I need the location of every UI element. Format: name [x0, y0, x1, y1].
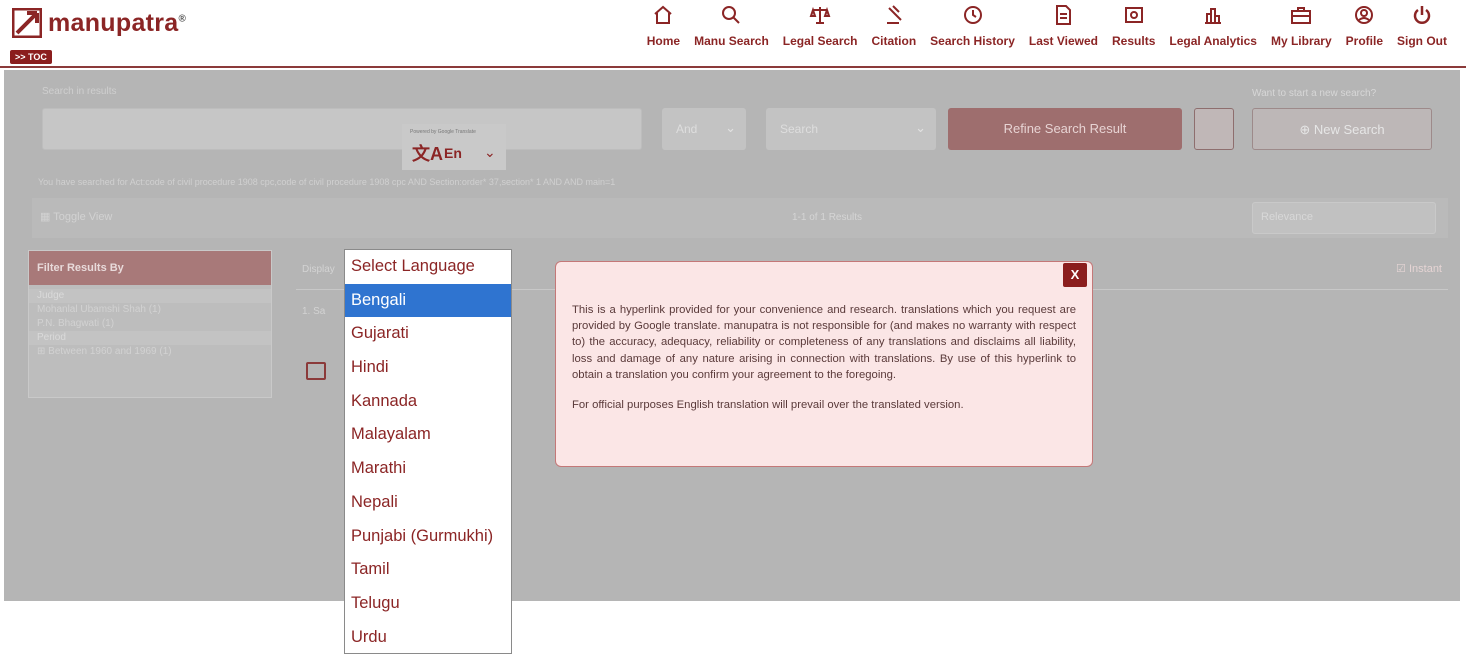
translate-icon: 文A: [412, 144, 443, 164]
filter-period-value: Between 1960 and 1969 (1): [48, 346, 172, 357]
language-option-nepali[interactable]: Nepali: [345, 486, 511, 520]
language-option-gujarati[interactable]: Gujarati: [345, 317, 511, 351]
nav-last-viewed[interactable]: Last Viewed: [1022, 4, 1105, 48]
new-search-button[interactable]: ⊕ New Search: [1252, 108, 1432, 150]
filter-judge-item[interactable]: Mohanlal Ubamshi Shah (1): [37, 303, 263, 317]
select-language-option[interactable]: Select Language: [345, 250, 511, 284]
main-nav: Home Manu Search Legal Search Citation S…: [640, 4, 1454, 48]
nav-search-history-label: Search History: [930, 34, 1015, 48]
language-option-telugu[interactable]: Telugu: [345, 587, 511, 621]
current-language: En: [444, 145, 462, 161]
nav-citation-label: Citation: [871, 34, 917, 48]
history-icon: [963, 6, 982, 24]
language-option-bengali[interactable]: Bengali: [345, 283, 511, 318]
nav-citation[interactable]: Citation: [865, 4, 924, 48]
document-icon: [1056, 5, 1072, 25]
and-select[interactable]: And ⌄: [662, 108, 746, 150]
toc-button[interactable]: >> TOC: [10, 50, 52, 64]
gavel-icon: [886, 5, 902, 24]
close-button[interactable]: X: [1063, 263, 1087, 287]
new-search-label: New Search: [1313, 122, 1385, 137]
results-count: 1-1 of 1 Results: [792, 212, 863, 223]
result-item[interactable]: 1. Sa: [302, 306, 325, 317]
language-option-malayalam[interactable]: Malayalam: [345, 418, 511, 452]
language-option-urdu[interactable]: Urdu: [345, 621, 511, 654]
searched-for-text: You have searched for Act:code of civil …: [38, 177, 616, 187]
language-option-tamil[interactable]: Tamil: [345, 553, 511, 587]
search-field-select[interactable]: Search ⌄: [766, 108, 936, 150]
filter-judge-item[interactable]: P.N. Bhagwati (1): [37, 317, 263, 331]
nav-profile-label: Profile: [1345, 34, 1383, 48]
document-icon[interactable]: [306, 362, 326, 380]
nav-search-history[interactable]: Search History: [923, 4, 1022, 48]
filter-period-item[interactable]: ⊞ Between 1960 and 1969 (1): [37, 345, 263, 359]
nav-last-viewed-label: Last Viewed: [1028, 34, 1099, 48]
briefcase-icon: [1291, 7, 1312, 24]
sort-select[interactable]: Relevance: [1252, 202, 1436, 234]
page: manupatra® >> TOC Home Manu Search Legal…: [0, 0, 1466, 654]
instant-label: Instant: [1408, 263, 1442, 275]
nav-legal-search-label: Legal Search: [782, 34, 858, 48]
nav-legal-analytics-label: Legal Analytics: [1169, 34, 1257, 48]
scales-icon: [809, 6, 831, 24]
logo-registered: ®: [178, 13, 187, 25]
chevron-down-icon: ⌄: [484, 144, 496, 160]
power-icon: [1413, 6, 1431, 24]
chevron-down-icon: ⌄: [915, 120, 926, 135]
nav-profile[interactable]: Profile: [1339, 4, 1390, 48]
filter-period-label: Period: [29, 331, 271, 345]
result-title: 1. Sa: [302, 306, 326, 317]
toggle-view-button[interactable]: ▦ Toggle View: [40, 210, 112, 223]
language-dropdown[interactable]: Select Language Bengali Gujarati Hindi K…: [344, 249, 512, 654]
filter-panel: Filter Results By Judge Mohanlal Ubamshi…: [28, 250, 272, 398]
results-toolbar: ▦ Toggle View 1-1 of 1 Results Relevance: [32, 198, 1448, 238]
nav-home-label: Home: [646, 34, 681, 48]
nav-my-library[interactable]: My Library: [1264, 4, 1339, 48]
refine-search-button[interactable]: Refine Search Result: [948, 108, 1182, 150]
disclaimer-note: For official purposes English translatio…: [572, 399, 964, 412]
sort-value: Relevance: [1261, 211, 1313, 223]
language-option-hindi[interactable]: Hindi: [345, 351, 511, 385]
language-option-kannada[interactable]: Kannada: [345, 385, 511, 419]
nav-my-library-label: My Library: [1270, 34, 1332, 48]
search-in-results-input[interactable]: [42, 108, 642, 150]
results-icon: [1124, 7, 1143, 23]
nav-manu-search[interactable]: Manu Search: [687, 4, 776, 48]
nav-home[interactable]: Home: [640, 4, 687, 48]
disclaimer-text: This is a hyperlink provided for your co…: [572, 304, 1076, 381]
search-field-value: Search: [780, 122, 819, 136]
toggle-view-label: Toggle View: [53, 211, 113, 223]
top-header: manupatra® >> TOC Home Manu Search Legal…: [0, 0, 1466, 68]
shield-icon[interactable]: [1194, 108, 1234, 150]
language-option-punjabi[interactable]: Punjabi (Gurmukhi): [345, 520, 511, 554]
powered-by-text: Powered by Google Translate: [410, 129, 476, 135]
nav-legal-search[interactable]: Legal Search: [776, 4, 865, 48]
search-icon: [722, 6, 741, 24]
nav-results-label: Results: [1112, 34, 1156, 48]
filter-title: Filter Results By: [29, 251, 271, 285]
nav-manu-search-label: Manu Search: [694, 34, 769, 48]
analytics-icon: [1205, 8, 1222, 24]
home-icon: [654, 5, 673, 24]
nav-sign-out-label: Sign Out: [1397, 34, 1447, 48]
search-label: Search in results: [42, 86, 117, 97]
nav-sign-out[interactable]: Sign Out: [1390, 4, 1454, 48]
translation-disclaimer: X This is a hyperlink provided for your …: [555, 261, 1093, 467]
logo-icon: [12, 8, 42, 38]
translate-widget[interactable]: Powered by Google Translate 文A En ⌄: [402, 124, 506, 170]
filter-judge-label: Judge: [29, 289, 271, 303]
manupatra-logo[interactable]: manupatra®: [12, 8, 186, 38]
nav-legal-analytics[interactable]: Legal Analytics: [1162, 4, 1264, 48]
display-label: Display: [302, 264, 335, 275]
and-select-value: And: [676, 122, 698, 136]
logo-text: manupatra: [48, 8, 179, 37]
language-option-marathi[interactable]: Marathi: [345, 452, 511, 486]
profile-icon: [1355, 6, 1374, 24]
instant-checkbox[interactable]: ☑ Instant: [1396, 262, 1442, 275]
chevron-down-icon: ⌄: [725, 120, 736, 135]
new-search-prompt: Want to start a new search?: [1252, 88, 1377, 99]
nav-results[interactable]: Results: [1105, 4, 1162, 48]
